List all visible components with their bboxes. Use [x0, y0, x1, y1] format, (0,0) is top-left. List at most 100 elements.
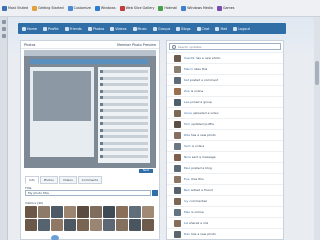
user-link[interactable]: Dan	[184, 232, 190, 236]
list-item[interactable]: Max is online	[167, 206, 283, 217]
list-item[interactable]: Rita has a new photo	[167, 129, 283, 140]
nav-friends[interactable]: Friends	[64, 26, 82, 31]
visitor-avatar[interactable]	[129, 219, 141, 231]
list-item[interactable]: Paul posted a blog	[167, 162, 283, 173]
search-input[interactable]: Search updates	[169, 43, 281, 50]
visitor-avatar[interactable]	[103, 206, 115, 218]
avatar[interactable]	[174, 120, 181, 128]
tab-comments[interactable]: Comments	[77, 176, 103, 184]
nav-chat[interactable]: Chat	[196, 26, 209, 31]
user-link[interactable]: Zoe	[184, 89, 190, 93]
scrollbar[interactable]	[314, 17, 320, 240]
tab-photos[interactable]: Photos	[39, 176, 58, 184]
visitor-avatar[interactable]	[64, 219, 76, 231]
visitor-avatar[interactable]	[25, 206, 37, 218]
list-item[interactable]: Dan has a new photo	[167, 228, 283, 239]
user-link[interactable]: Sam	[184, 144, 191, 148]
bookmark-item[interactable]: Windows	[94, 5, 116, 11]
user-link[interactable]: Ben	[184, 188, 190, 192]
user-link[interactable]: Marco	[184, 67, 193, 71]
avatar[interactable]	[174, 230, 181, 238]
visitor-avatar[interactable]	[38, 219, 50, 231]
list-item[interactable]: Ben added a friend	[167, 184, 283, 195]
list-item[interactable]: Lee joined a group	[167, 96, 283, 107]
bookmark-item[interactable]: Hotmail	[158, 5, 177, 11]
avatar[interactable]	[174, 54, 181, 62]
user-link[interactable]: Anna	[184, 111, 192, 115]
avatar[interactable]	[174, 164, 181, 172]
visitor-avatar[interactable]	[142, 206, 154, 218]
next-button[interactable]: Next	[139, 169, 153, 173]
list-item[interactable]: Tom updated profile	[167, 118, 283, 129]
nav-groups[interactable]: Groups	[153, 26, 170, 31]
visitor-avatar[interactable]	[90, 219, 102, 231]
user-link[interactable]: Tom	[184, 122, 190, 126]
visitor-avatar[interactable]	[116, 206, 128, 218]
list-item[interactable]: Marco likes this	[167, 63, 283, 74]
user-link[interactable]: Paul	[184, 166, 190, 170]
list-item[interactable]: Liz shared a link	[167, 217, 283, 228]
visitor-avatar[interactable]	[142, 219, 154, 231]
avatar[interactable]	[174, 197, 181, 205]
list-item[interactable]: Nina sent a message	[167, 151, 283, 162]
list-item[interactable]: Anna uploaded a video	[167, 107, 283, 118]
nav-mail[interactable]: Mail	[215, 26, 227, 31]
visitor-avatar[interactable]	[129, 206, 141, 218]
avatar[interactable]	[174, 142, 181, 150]
nav-profile[interactable]: Profile	[43, 26, 59, 31]
list-item[interactable]: Sam is online	[167, 140, 283, 151]
avatar[interactable]	[174, 65, 181, 73]
tab-info[interactable]: Info	[25, 176, 39, 184]
tab-videos[interactable]: Videos	[58, 176, 77, 184]
avatar[interactable]	[174, 109, 181, 117]
visitor-avatar[interactable]	[38, 206, 50, 218]
submit-button[interactable]	[152, 190, 158, 196]
title-input[interactable]: My photo title	[25, 190, 151, 196]
nav-home[interactable]: Home	[22, 26, 37, 31]
avatar[interactable]	[174, 175, 181, 183]
user-link[interactable]: Lee	[184, 100, 189, 104]
bookmark-item[interactable]: Most Visited	[2, 5, 28, 11]
nav-logout[interactable]: Logout	[233, 26, 250, 31]
visitor-avatar[interactable]	[116, 219, 128, 231]
star-icon[interactable]	[2, 27, 6, 31]
visitor-avatar[interactable]	[51, 206, 63, 218]
visitor-avatar[interactable]	[77, 219, 89, 231]
avatar[interactable]	[174, 208, 181, 216]
nav-blogs[interactable]: Blogs	[176, 26, 191, 31]
avatar[interactable]	[174, 87, 181, 95]
list-item[interactable]: Ivy commented	[167, 195, 283, 206]
user-link[interactable]: User01	[184, 56, 195, 60]
avatar[interactable]	[174, 219, 181, 227]
avatar[interactable]	[174, 131, 181, 139]
user-link[interactable]: Rita	[184, 133, 190, 137]
bookmark-item[interactable]: Games	[216, 5, 234, 11]
scroll-thumb[interactable]	[315, 61, 319, 85]
avatar[interactable]	[174, 186, 181, 194]
user-link[interactable]: Ivy	[184, 199, 188, 203]
nav-videos[interactable]: Videos	[110, 26, 127, 31]
visitor-avatar[interactable]	[103, 219, 115, 231]
list-item[interactable]: Kat posted a comment	[167, 74, 283, 85]
user-link[interactable]: Nina	[184, 155, 191, 159]
avatar[interactable]	[174, 153, 181, 161]
history-icon[interactable]	[2, 34, 6, 38]
visitor-avatar[interactable]	[77, 206, 89, 218]
bookmark-item[interactable]: Customize	[67, 5, 91, 11]
visitor-avatar[interactable]	[64, 206, 76, 218]
home-icon[interactable]	[2, 20, 6, 24]
bookmark-item[interactable]: Web Slice Gallery	[119, 5, 154, 11]
bookmark-item[interactable]: Windows Media	[181, 5, 213, 11]
avatar[interactable]	[174, 76, 181, 84]
user-link[interactable]: Max	[184, 210, 190, 214]
list-item[interactable]: User01 has a new photo	[167, 52, 283, 63]
bookmark-item[interactable]: Getting Started	[32, 5, 64, 11]
screenshot-preview[interactable]	[24, 50, 156, 168]
list-item[interactable]: Eve likes this	[167, 173, 283, 184]
visitor-avatar[interactable]	[25, 219, 37, 231]
list-item[interactable]: Zoe is online	[167, 85, 283, 96]
user-link[interactable]: Kat	[184, 78, 189, 82]
user-link[interactable]: Eve	[184, 177, 190, 181]
avatar[interactable]	[174, 98, 181, 106]
user-link[interactable]: Liz	[184, 221, 188, 225]
